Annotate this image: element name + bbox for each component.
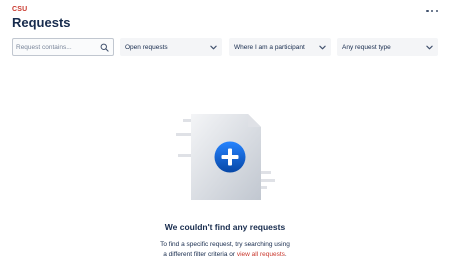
empty-state-message: To find a specific request, try searchin… (125, 240, 325, 260)
request-type-filter-select[interactable]: Any request type (337, 38, 438, 56)
search-input[interactable] (16, 41, 98, 53)
requests-page: CSU Requests Open requests Where I am a … (0, 0, 450, 272)
status-filter-label: Open requests (125, 43, 168, 51)
filter-bar: Open requests Where I am a participant A… (12, 38, 438, 56)
view-all-requests-link[interactable]: view all requests (237, 251, 285, 258)
page-title: Requests (12, 15, 71, 30)
search-box[interactable] (12, 38, 114, 56)
participant-filter-label: Where I am a participant (234, 43, 305, 51)
empty-state-title: We couldn't find any requests (164, 222, 286, 232)
empty-state-message-line2: a different filter criteria or view all … (125, 250, 325, 260)
more-dot-icon (435, 9, 438, 13)
more-dot-icon (430, 9, 434, 13)
more-dot-icon (426, 9, 429, 13)
more-options-button[interactable] (424, 6, 440, 16)
chevron-down-icon (426, 45, 433, 49)
empty-state-message-prefix: a different filter criteria or (163, 251, 237, 258)
request-type-filter-label: Any request type (342, 43, 391, 51)
search-icon[interactable] (100, 43, 109, 52)
empty-state-message-line1: To find a specific request, try searchin… (160, 241, 290, 248)
empty-state-message-suffix: . (284, 251, 287, 258)
plus-document-icon (176, 114, 275, 200)
participant-filter-select[interactable]: Where I am a participant (229, 38, 331, 56)
chevron-down-icon (210, 45, 217, 49)
org-name[interactable]: CSU (12, 6, 27, 13)
status-filter-select[interactable]: Open requests (120, 38, 222, 56)
chevron-down-icon (319, 45, 326, 49)
